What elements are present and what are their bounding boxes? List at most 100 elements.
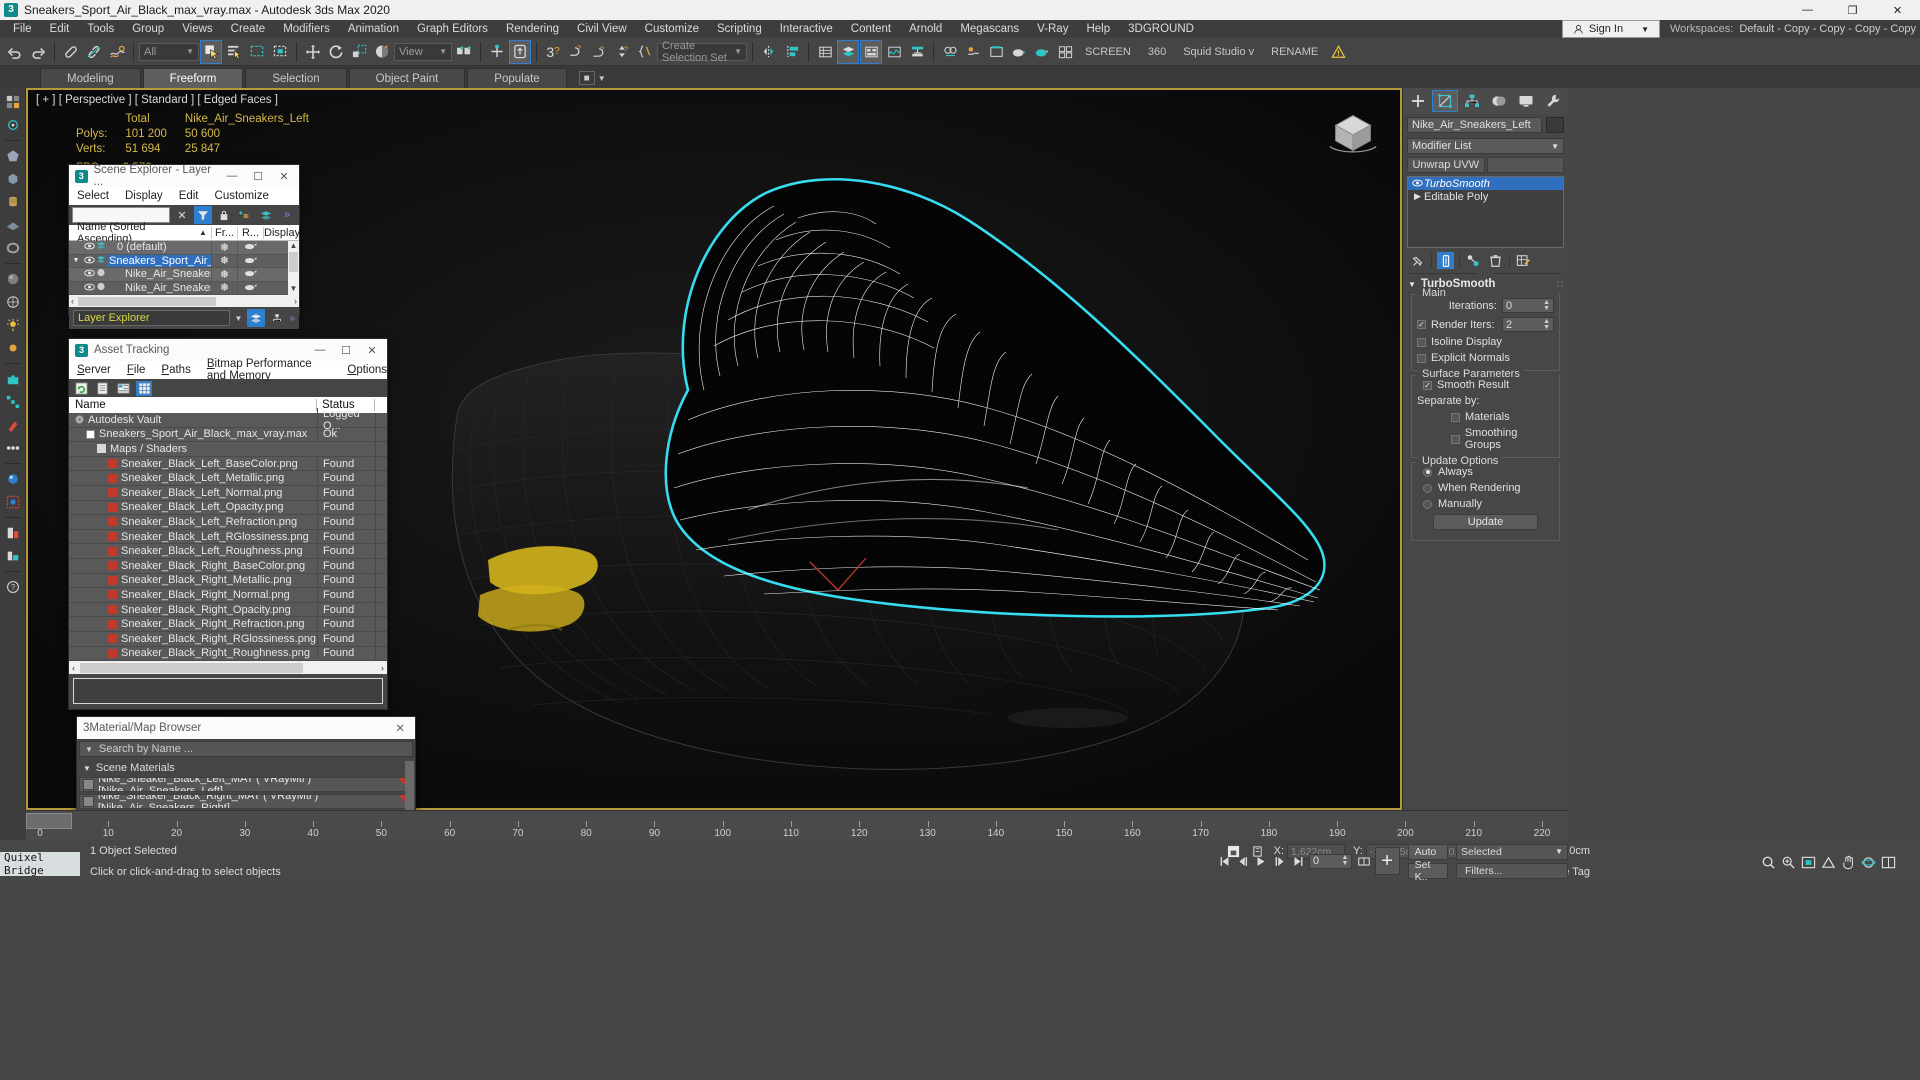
render-region-icon[interactable] (3, 492, 23, 512)
pan-view-icon[interactable] (1840, 854, 1856, 870)
menu-item-scripting[interactable]: Scripting (708, 20, 771, 38)
asset-table-row[interactable]: Sneaker_Black_Left_Normal.png Found (69, 485, 387, 501)
ribbon-options-icon[interactable]: ■ ▼ (578, 68, 606, 88)
scene-explorer-maximize[interactable]: ☐ (245, 165, 271, 187)
menu-item-v-ray[interactable]: V-Ray (1028, 20, 1077, 38)
asset-table-row[interactable]: Sneaker_Black_Right_BaseColor.png Found (69, 558, 387, 574)
paint-icon[interactable] (3, 415, 23, 435)
array-icon[interactable] (3, 392, 23, 412)
polygon-icon[interactable] (3, 146, 23, 166)
update-always-radio[interactable] (1423, 467, 1432, 477)
go-to-end-icon[interactable] (1291, 853, 1305, 869)
explicit-normals-checkbox[interactable] (1417, 353, 1426, 363)
cylinder-icon[interactable] (3, 192, 23, 212)
asset-tracking-menu-options[interactable]: Options (347, 364, 387, 376)
utilities-tab-icon[interactable] (1540, 90, 1566, 112)
update-when-rendering-row[interactable]: When Rendering (1417, 482, 1554, 494)
modifier-stack-item[interactable]: TurboSmooth (1408, 177, 1563, 190)
grid-view-icon[interactable] (136, 380, 152, 396)
object-color-swatch[interactable] (1546, 117, 1564, 133)
undo-icon[interactable] (4, 40, 26, 64)
ribbon-tab-modeling[interactable]: Modeling (40, 68, 141, 88)
hscroll-thumb[interactable] (78, 296, 216, 306)
menu-item-megascans[interactable]: Megascans (951, 20, 1028, 38)
isoline-display-checkbox[interactable] (1417, 337, 1426, 347)
select-and-scale-icon[interactable] (348, 40, 370, 64)
light-icon[interactable] (3, 315, 23, 335)
key-mode-toggle-icon[interactable] (1356, 853, 1370, 869)
scene-explorer-menu-select[interactable]: Select (77, 190, 109, 202)
schematic-view-icon[interactable] (906, 40, 928, 64)
angle-snap-toggle-icon[interactable]: 3? (542, 40, 564, 64)
list-view-icon[interactable] (94, 381, 110, 396)
field-of-view-icon[interactable] (1820, 854, 1836, 870)
zoom-icon[interactable] (1760, 854, 1776, 870)
auto-key-button[interactable]: Auto (1407, 843, 1448, 860)
asset-tracking-close[interactable]: ✕ (359, 339, 385, 361)
align-icon[interactable] (781, 40, 803, 64)
menu-item-rendering[interactable]: Rendering (497, 20, 568, 38)
viewport-label[interactable]: [ + ] [ Perspective ] [ Standard ] [ Edg… (36, 94, 278, 106)
layers-icon[interactable] (257, 206, 275, 224)
visibility-eye-icon[interactable] (83, 268, 95, 280)
refresh-icon[interactable] (73, 381, 89, 396)
unlink-selection-icon[interactable] (83, 40, 105, 64)
asset-table-row[interactable]: Sneaker_Black_Left_BaseColor.png Found (69, 456, 387, 472)
update-manually-radio[interactable] (1423, 499, 1432, 509)
curve-editor-icon[interactable] (883, 40, 905, 64)
asset-table-row[interactable]: Sneaker_Black_Left_Opacity.png Found (69, 500, 387, 516)
asset-table-row[interactable]: Autodesk Vault Logged O... (69, 407, 387, 432)
scene-explorer-row[interactable]: ▼ Sneakers_Sport_Air_Black❅ (69, 254, 299, 268)
asset-table-row[interactable]: Sneaker_Black_Left_RGlossiness.png Found (69, 529, 387, 545)
menu-item-graph-editors[interactable]: Graph Editors (408, 20, 497, 38)
viewport-layout-icon[interactable] (1054, 40, 1076, 64)
chevron-down-icon[interactable]: ▼ (233, 314, 245, 323)
spinner-arrows-icon[interactable]: ▲ ▼ (1543, 318, 1550, 331)
workspaces-selector[interactable]: Workspaces: Default - Copy - Copy - Copy… (1670, 20, 1916, 38)
visibility-eye-icon[interactable] (1411, 179, 1424, 189)
asset-tracking-menu-paths[interactable]: Paths (161, 364, 190, 376)
view-cube-icon[interactable] (1324, 104, 1382, 162)
spinner-snap-icon[interactable]: ? (611, 40, 633, 64)
render-cell[interactable] (237, 281, 263, 294)
material-map-browser-window[interactable]: 3 Material/Map Browser ✕ ▼ Search by Nam… (76, 716, 416, 820)
maximize-button[interactable]: ❐ (1830, 0, 1875, 20)
window-crossing-icon[interactable] (269, 40, 291, 64)
asset-table-row[interactable]: Sneaker_Black_Right_Metallic.png Found (69, 573, 387, 589)
set-key-button[interactable]: Set K.. (1407, 859, 1448, 883)
hierarchy-view-icon[interactable] (268, 309, 286, 327)
zoom-extents-icon[interactable] (1800, 854, 1816, 870)
mirror-icon[interactable] (758, 40, 780, 64)
layer-explorer-icon[interactable] (837, 39, 859, 64)
menu-item-content[interactable]: Content (842, 20, 900, 38)
time-slider-handle[interactable] (26, 813, 72, 829)
scene-explorer-menu-edit[interactable]: Edit (179, 190, 199, 202)
menu-item-3dground[interactable]: 3DGROUND (1119, 20, 1203, 38)
freeze-cell[interactable]: ❅ (211, 240, 237, 254)
details-icon[interactable] (115, 381, 131, 396)
menu-item-tools[interactable]: Tools (78, 20, 123, 38)
asset-table-row[interactable]: Maps / Shaders (69, 442, 387, 457)
modifier-list-dropdown[interactable]: Modifier List ▼ (1407, 138, 1564, 154)
column-render[interactable]: R... (237, 226, 263, 239)
material-list-item[interactable]: Nike_Sneaker_Black_Right_MAT ( VRayMtl )… (79, 794, 413, 809)
filters-button[interactable]: Filters... (1456, 862, 1568, 879)
asset-table-row[interactable]: Sneakers_Sport_Air_Black_max_vray.max Ok (69, 427, 387, 443)
render-iterative-icon[interactable] (1031, 40, 1053, 64)
sphere-icon[interactable] (3, 269, 23, 289)
reference-coordinate-system-dropdown[interactable]: View ▼ (394, 42, 452, 61)
scene-explorer-hscrollbar[interactable]: ‹ › (69, 295, 299, 307)
ribbon-tab-populate[interactable]: Populate (467, 68, 567, 88)
manage-layers-icon[interactable] (860, 39, 882, 64)
orbit-icon[interactable] (1860, 854, 1876, 870)
go-to-start-icon[interactable] (1218, 853, 1232, 869)
tube-icon[interactable] (3, 238, 23, 258)
scene-explorer-row[interactable]: 0 (default) ❅ (69, 240, 299, 255)
menu-item-create[interactable]: Create (222, 20, 275, 38)
percent-snap-toggle-icon[interactable]: ? (565, 40, 587, 64)
current-frame-field[interactable]: 0 ▲ ▼ (1308, 853, 1353, 869)
material-browser-close[interactable]: ✕ (395, 721, 411, 735)
bind-to-space-warp-icon[interactable] (106, 40, 128, 64)
ribbon-tab-freeform[interactable]: Freeform (142, 68, 244, 88)
maximize-viewport-icon[interactable] (1880, 854, 1896, 870)
